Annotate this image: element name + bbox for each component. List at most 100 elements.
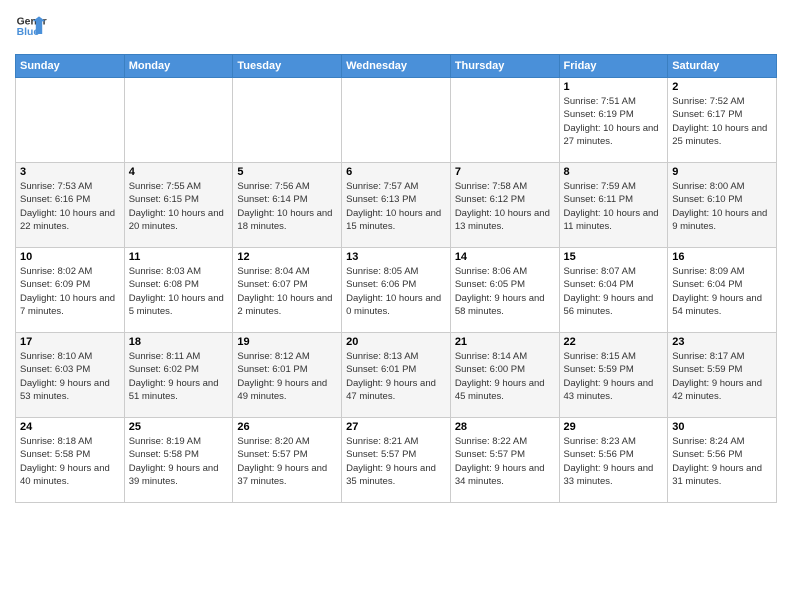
calendar-cell bbox=[124, 78, 233, 163]
day-number: 7 bbox=[455, 166, 555, 178]
calendar-cell bbox=[450, 78, 559, 163]
day-number: 16 bbox=[672, 251, 772, 263]
day-number: 6 bbox=[346, 166, 446, 178]
day-number: 29 bbox=[564, 421, 664, 433]
day-number: 11 bbox=[129, 251, 229, 263]
day-info: Sunrise: 8:04 AM Sunset: 6:07 PM Dayligh… bbox=[237, 265, 337, 318]
day-info: Sunrise: 7:52 AM Sunset: 6:17 PM Dayligh… bbox=[672, 95, 772, 148]
weekday-header-monday: Monday bbox=[124, 55, 233, 78]
calendar-cell: 26 Sunrise: 8:20 AM Sunset: 5:57 PM Dayli… bbox=[233, 418, 342, 503]
calendar-cell: 21 Sunrise: 8:14 AM Sunset: 6:00 PM Dayli… bbox=[450, 333, 559, 418]
calendar-cell: 6 Sunrise: 7:57 AM Sunset: 6:13 PM Daylig… bbox=[342, 163, 451, 248]
calendar-cell: 5 Sunrise: 7:56 AM Sunset: 6:14 PM Daylig… bbox=[233, 163, 342, 248]
calendar-cell: 7 Sunrise: 7:58 AM Sunset: 6:12 PM Daylig… bbox=[450, 163, 559, 248]
calendar-cell: 17 Sunrise: 8:10 AM Sunset: 6:03 PM Dayli… bbox=[16, 333, 125, 418]
calendar-cell: 22 Sunrise: 8:15 AM Sunset: 5:59 PM Dayli… bbox=[559, 333, 668, 418]
calendar-cell: 13Sunrise: 8:05 AM Sunset: 6:06 PM Dayli… bbox=[342, 248, 451, 333]
weekday-header-wednesday: Wednesday bbox=[342, 55, 451, 78]
day-info: Sunrise: 8:21 AM Sunset: 5:57 PM Dayligh… bbox=[346, 435, 446, 488]
calendar-cell: 18 Sunrise: 8:11 AM Sunset: 6:02 PM Dayli… bbox=[124, 333, 233, 418]
day-info: Sunrise: 7:56 AM Sunset: 6:14 PM Dayligh… bbox=[237, 180, 337, 233]
day-info: Sunrise: 7:59 AM Sunset: 6:11 PM Dayligh… bbox=[564, 180, 664, 233]
day-number: 24 bbox=[20, 421, 120, 433]
day-info: Sunrise: 8:00 AM Sunset: 6:10 PM Dayligh… bbox=[672, 180, 772, 233]
calendar-cell: 15 Sunrise: 8:07 AM Sunset: 6:04 PM Dayli… bbox=[559, 248, 668, 333]
day-number: 10 bbox=[20, 251, 120, 263]
weekday-header-saturday: Saturday bbox=[668, 55, 777, 78]
weekday-header-thursday: Thursday bbox=[450, 55, 559, 78]
day-number: 8 bbox=[564, 166, 664, 178]
day-number: 25 bbox=[129, 421, 229, 433]
calendar-cell: 14 Sunrise: 8:06 AM Sunset: 6:05 PM Dayli… bbox=[450, 248, 559, 333]
day-number: 20 bbox=[346, 336, 446, 348]
calendar-cell: 19Sunrise: 8:12 AM Sunset: 6:01 PM Dayli… bbox=[233, 333, 342, 418]
day-info: Sunrise: 8:03 AM Sunset: 6:08 PM Dayligh… bbox=[129, 265, 229, 318]
day-number: 5 bbox=[237, 166, 337, 178]
calendar-cell: 25 Sunrise: 8:19 AM Sunset: 5:58 PM Dayli… bbox=[124, 418, 233, 503]
day-number: 3 bbox=[20, 166, 120, 178]
logo: General Blue bbox=[15, 10, 51, 42]
day-number: 21 bbox=[455, 336, 555, 348]
calendar-cell: 20 Sunrise: 8:13 AM Sunset: 6:01 PM Dayli… bbox=[342, 333, 451, 418]
calendar-cell: 9 Sunrise: 8:00 AM Sunset: 6:10 PM Daylig… bbox=[668, 163, 777, 248]
calendar-cell: 11 Sunrise: 8:03 AM Sunset: 6:08 PM Dayli… bbox=[124, 248, 233, 333]
day-info: Sunrise: 8:11 AM Sunset: 6:02 PM Dayligh… bbox=[129, 350, 229, 403]
day-number: 19 bbox=[237, 336, 337, 348]
day-number: 23 bbox=[672, 336, 772, 348]
calendar-cell: 30 Sunrise: 8:24 AM Sunset: 5:56 PM Dayli… bbox=[668, 418, 777, 503]
day-number: 17 bbox=[20, 336, 120, 348]
day-info: Sunrise: 8:22 AM Sunset: 5:57 PM Dayligh… bbox=[455, 435, 555, 488]
day-number: 2 bbox=[672, 81, 772, 93]
calendar-cell: 24 Sunrise: 8:18 AM Sunset: 5:58 PM Dayli… bbox=[16, 418, 125, 503]
day-info: Sunrise: 8:19 AM Sunset: 5:58 PM Dayligh… bbox=[129, 435, 229, 488]
svg-text:General: General bbox=[17, 16, 47, 27]
day-info: Sunrise: 8:06 AM Sunset: 6:05 PM Dayligh… bbox=[455, 265, 555, 318]
day-number: 30 bbox=[672, 421, 772, 433]
calendar-cell bbox=[233, 78, 342, 163]
day-number: 18 bbox=[129, 336, 229, 348]
day-number: 9 bbox=[672, 166, 772, 178]
day-info: Sunrise: 8:24 AM Sunset: 5:56 PM Dayligh… bbox=[672, 435, 772, 488]
day-info: Sunrise: 8:23 AM Sunset: 5:56 PM Dayligh… bbox=[564, 435, 664, 488]
day-number: 14 bbox=[455, 251, 555, 263]
day-info: Sunrise: 7:55 AM Sunset: 6:15 PM Dayligh… bbox=[129, 180, 229, 233]
calendar-cell bbox=[16, 78, 125, 163]
day-info: Sunrise: 8:15 AM Sunset: 5:59 PM Dayligh… bbox=[564, 350, 664, 403]
weekday-header-tuesday: Tuesday bbox=[233, 55, 342, 78]
weekday-header-friday: Friday bbox=[559, 55, 668, 78]
calendar-cell: 28 Sunrise: 8:22 AM Sunset: 5:57 PM Dayli… bbox=[450, 418, 559, 503]
day-info: Sunrise: 8:20 AM Sunset: 5:57 PM Dayligh… bbox=[237, 435, 337, 488]
calendar-cell: 10 Sunrise: 8:02 AM Sunset: 6:09 PM Dayli… bbox=[16, 248, 125, 333]
calendar-cell: 3Sunrise: 7:53 AM Sunset: 6:16 PM Daylig… bbox=[16, 163, 125, 248]
calendar-table: SundayMondayTuesdayWednesdayThursdayFrid… bbox=[15, 54, 777, 503]
day-info: Sunrise: 7:58 AM Sunset: 6:12 PM Dayligh… bbox=[455, 180, 555, 233]
calendar-cell: 29 Sunrise: 8:23 AM Sunset: 5:56 PM Dayli… bbox=[559, 418, 668, 503]
day-info: Sunrise: 8:10 AM Sunset: 6:03 PM Dayligh… bbox=[20, 350, 120, 403]
day-info: Sunrise: 8:14 AM Sunset: 6:00 PM Dayligh… bbox=[455, 350, 555, 403]
day-number: 4 bbox=[129, 166, 229, 178]
day-info: Sunrise: 7:57 AM Sunset: 6:13 PM Dayligh… bbox=[346, 180, 446, 233]
calendar-cell: 1Sunrise: 7:51 AM Sunset: 6:19 PM Daylig… bbox=[559, 78, 668, 163]
day-number: 28 bbox=[455, 421, 555, 433]
day-number: 12 bbox=[237, 251, 337, 263]
calendar-cell: 27 Sunrise: 8:21 AM Sunset: 5:57 PM Dayli… bbox=[342, 418, 451, 503]
calendar-cell: 4 Sunrise: 7:55 AM Sunset: 6:15 PM Daylig… bbox=[124, 163, 233, 248]
day-info: Sunrise: 8:13 AM Sunset: 6:01 PM Dayligh… bbox=[346, 350, 446, 403]
day-number: 13 bbox=[346, 251, 446, 263]
day-info: Sunrise: 8:02 AM Sunset: 6:09 PM Dayligh… bbox=[20, 265, 120, 318]
calendar-cell: 16Sunrise: 8:09 AM Sunset: 6:04 PM Dayli… bbox=[668, 248, 777, 333]
calendar-cell: 12 Sunrise: 8:04 AM Sunset: 6:07 PM Dayli… bbox=[233, 248, 342, 333]
calendar-cell bbox=[342, 78, 451, 163]
day-number: 27 bbox=[346, 421, 446, 433]
day-info: Sunrise: 8:17 AM Sunset: 5:59 PM Dayligh… bbox=[672, 350, 772, 403]
day-number: 22 bbox=[564, 336, 664, 348]
day-info: Sunrise: 8:18 AM Sunset: 5:58 PM Dayligh… bbox=[20, 435, 120, 488]
day-info: Sunrise: 8:07 AM Sunset: 6:04 PM Dayligh… bbox=[564, 265, 664, 318]
weekday-header-sunday: Sunday bbox=[16, 55, 125, 78]
calendar-cell: 8 Sunrise: 7:59 AM Sunset: 6:11 PM Daylig… bbox=[559, 163, 668, 248]
day-number: 26 bbox=[237, 421, 337, 433]
calendar-cell: 2 Sunrise: 7:52 AM Sunset: 6:17 PM Daylig… bbox=[668, 78, 777, 163]
logo-icon: General Blue bbox=[15, 10, 47, 42]
calendar-cell: 23 Sunrise: 8:17 AM Sunset: 5:59 PM Dayli… bbox=[668, 333, 777, 418]
day-number: 15 bbox=[564, 251, 664, 263]
